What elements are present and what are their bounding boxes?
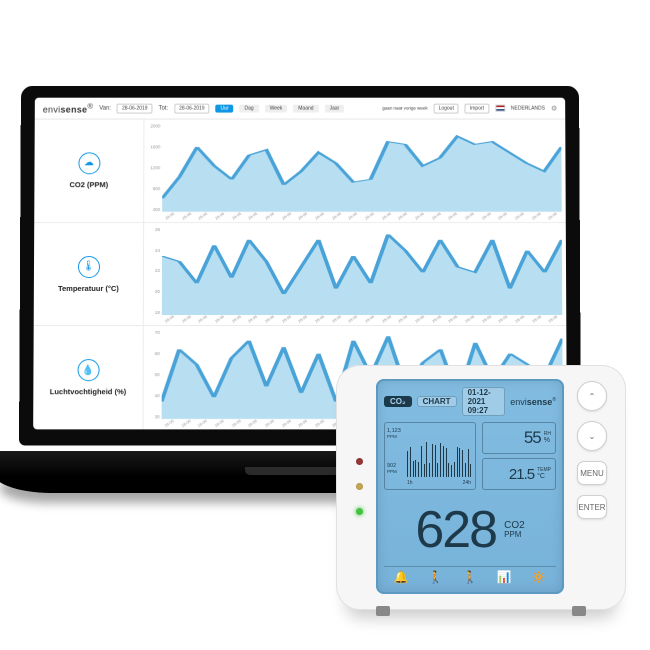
temp-plot — [162, 229, 562, 316]
lcd-temp-box: 21.5 TEMP °C — [482, 458, 556, 490]
row-temp: 🌡 Temperatuur (°C) 2624222018 28-0628-06… — [34, 223, 567, 327]
occupancy2-icon[interactable]: 🚶 — [463, 570, 478, 584]
lcd-bottom-row: 🔔 🚶 🚶 📊 🔅 — [384, 566, 556, 584]
lcd-bar-ylab-top: 1,123 PPM — [387, 429, 401, 440]
lcd-bars — [407, 427, 471, 477]
co2-xaxis: 28-0628-0628-0628-0628-0628-0628-0628-06… — [162, 213, 562, 221]
co2-title: CO2 (PPM) — [69, 180, 108, 189]
thermometer-icon: 🌡 — [77, 256, 99, 278]
humidity-title: Luchtvochtigheid (%) — [50, 387, 126, 396]
menu-button[interactable]: MENU — [577, 461, 607, 485]
import-button[interactable]: Import — [465, 103, 489, 113]
range-year-button[interactable]: Jaar — [324, 104, 344, 112]
lcd-top-row: CO₂ CHART 01-12-2021 09:27 envisense® — [384, 387, 556, 416]
humidity-yaxis: 7060504030 — [146, 330, 160, 419]
range-day-button[interactable]: Dag — [240, 104, 259, 112]
brand-light: envi — [43, 105, 61, 115]
tab-co2[interactable]: CO₂ — [384, 396, 412, 407]
lcd-main-reading: 628 CO2 PPM — [384, 494, 556, 566]
lcd-temp-unit: TEMP °C — [537, 468, 551, 480]
tab-chart[interactable]: CHART — [417, 396, 457, 407]
brand-logo: envisense® — [43, 102, 93, 115]
to-date-input[interactable]: 28-06-2019 — [174, 103, 209, 113]
from-label: Van: — [99, 105, 111, 111]
device-foot — [376, 606, 390, 616]
temp-xaxis: 28-0628-0628-0628-0628-0628-0628-0628-06… — [162, 316, 562, 324]
droplet-icon: 💧 — [77, 359, 99, 381]
sensor-device: CO₂ CHART 01-12-2021 09:27 envisense® 1,… — [336, 365, 626, 610]
range-week-button[interactable]: Week — [265, 104, 288, 112]
locale-select[interactable]: NEDERLANDS — [511, 105, 545, 111]
range-month-button[interactable]: Maand — [293, 104, 318, 112]
device-foot — [572, 606, 586, 616]
lcd-rh-unit: RH % — [544, 432, 551, 444]
device-lcd: CO₂ CHART 01-12-2021 09:27 envisense® 1,… — [376, 379, 564, 594]
lcd-temp-value: 21.5 — [509, 466, 534, 483]
lcd-brand: envisense® — [510, 397, 556, 407]
lcd-minibox-col: 55 RH % 21.5 TEMP °C — [482, 422, 556, 490]
dashboard-header: envisense® Van: 28-06-2019 Tot: 28-06-20… — [35, 98, 565, 120]
lcd-datetime: 01-12-2021 09:27 — [462, 387, 506, 416]
co2-yaxis: 200016001200800400 — [146, 124, 160, 212]
cloud-icon: ☁ — [78, 152, 100, 174]
lcd-co2-value: 628 — [415, 500, 496, 560]
led-green-icon — [356, 508, 363, 515]
up-button[interactable]: ⌃ — [577, 381, 607, 411]
led-yellow-icon — [356, 483, 363, 490]
barchart-icon[interactable]: 📊 — [497, 570, 512, 584]
co2-label-cell: ☁ CO2 (PPM) — [34, 120, 144, 222]
enter-button[interactable]: ENTER — [577, 495, 607, 519]
co2-plot — [162, 126, 562, 212]
flag-nl-icon — [495, 105, 505, 112]
lcd-mid-row: 1,123 PPM 902 PPM 1h 24h 55 RH — [384, 422, 556, 490]
range-hour-button[interactable]: Uur — [216, 104, 234, 112]
brand-reg: ® — [87, 102, 93, 111]
temp-chart: 2624222018 28-0628-0628-0628-0628-0628-0… — [144, 223, 566, 326]
alarm-icon[interactable]: 🔔 — [394, 570, 409, 584]
lcd-co2-unit: CO2 PPM — [504, 521, 525, 539]
brightness-icon[interactable]: 🔅 — [531, 570, 546, 584]
lcd-rh-box: 55 RH % — [482, 422, 556, 454]
temp-title: Temperatuur (°C) — [58, 283, 119, 292]
to-label: Tot: — [158, 105, 168, 111]
brand-bold: sense — [60, 105, 87, 115]
row-co2: ☁ CO2 (PPM) 200016001200800400 28-0628-0… — [34, 120, 566, 223]
logout-button[interactable]: Logout — [434, 103, 459, 113]
nav-previous-link[interactable]: gaan naar vorige week — [382, 106, 427, 111]
temp-label-cell: 🌡 Temperatuur (°C) — [34, 223, 144, 326]
lcd-bar-ylab-bot: 902 PPM — [387, 464, 397, 475]
temp-yaxis: 2624222018 — [146, 227, 160, 316]
lcd-bar-scale: 1h 24h — [407, 480, 471, 486]
led-red-icon — [356, 458, 363, 465]
down-button[interactable]: ⌄ — [577, 421, 607, 451]
humidity-label-cell: 💧 Luchtvochtigheid (%) — [33, 326, 144, 429]
gear-icon[interactable]: ⚙ — [551, 104, 557, 112]
lcd-rh-value: 55 — [524, 428, 541, 448]
led-strip — [352, 379, 366, 594]
from-date-input[interactable]: 28-06-2019 — [117, 103, 153, 113]
co2-chart: 200016001200800400 28-0628-0628-0628-062… — [144, 120, 566, 222]
lcd-history-chart: 1,123 PPM 902 PPM 1h 24h — [384, 422, 476, 490]
device-buttons: ⌃ ⌄ MENU ENTER — [574, 379, 610, 594]
occupancy-icon[interactable]: 🚶 — [428, 570, 443, 584]
